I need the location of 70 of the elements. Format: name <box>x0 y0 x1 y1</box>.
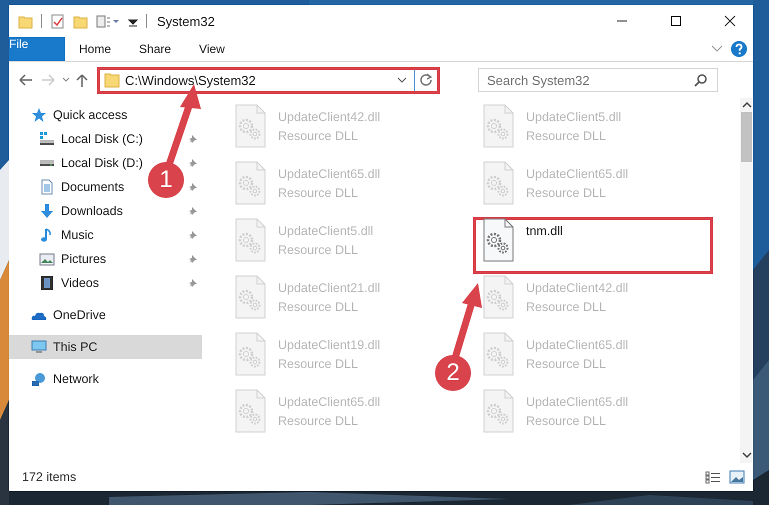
film-icon[interactable] <box>39 275 55 291</box>
file-type: Resource DLL <box>526 186 607 200</box>
file-type: Resource DLL <box>526 414 607 428</box>
dropdown-icon[interactable] <box>397 76 407 84</box>
pin-icon[interactable] <box>188 230 198 240</box>
scrollbar[interactable] <box>740 98 753 463</box>
address-bar[interactable]: C:\Windows\System32 <box>97 66 440 94</box>
nav-item[interactable]: This PC <box>53 340 98 354</box>
file-type: Resource DLL <box>278 300 359 314</box>
drive-icon[interactable] <box>39 160 55 166</box>
nav-item[interactable]: Quick access <box>53 108 128 122</box>
file-type: Resource DLL <box>526 357 607 371</box>
search-icon[interactable] <box>694 73 708 87</box>
file-tab[interactable]: File <box>9 37 65 61</box>
network-icon[interactable] <box>31 371 47 387</box>
file-type: Resource DLL <box>278 186 359 200</box>
new-folder-icon[interactable] <box>73 14 88 28</box>
back-icon[interactable] <box>17 72 35 88</box>
nav-item[interactable]: Network <box>53 372 99 386</box>
drive-icon[interactable] <box>39 132 55 146</box>
monitor-icon[interactable] <box>31 339 47 355</box>
file-type: Resource DLL <box>526 300 607 314</box>
nav-item[interactable]: Documents <box>61 180 124 194</box>
file-type: Resource DLL <box>526 129 607 143</box>
file-gears-icon[interactable] <box>482 218 514 262</box>
download-arrow-icon[interactable] <box>39 203 55 219</box>
folder-icon <box>104 72 120 88</box>
file-type: Resource DLL <box>278 243 359 257</box>
nav-item[interactable]: Local Disk (C:) <box>61 132 143 146</box>
expand-ribbon-icon[interactable] <box>711 45 723 53</box>
window-title: System32 <box>157 14 216 28</box>
document-icon[interactable] <box>39 179 55 195</box>
search-field[interactable]: Search System32 <box>478 68 718 92</box>
properties-icon[interactable] <box>50 14 65 28</box>
up-icon[interactable] <box>75 72 89 88</box>
nav-item[interactable]: OneDrive <box>53 308 106 322</box>
file-type: Resource DLL <box>278 357 359 371</box>
scroll-thumb[interactable] <box>741 112 752 162</box>
large-icons-view-icon[interactable] <box>729 470 745 484</box>
address-path: C:\Windows\System32 <box>125 72 257 88</box>
pin-icon[interactable] <box>188 182 198 192</box>
nav-item[interactable]: Local Disk (D:) <box>61 156 143 170</box>
refresh-icon[interactable] <box>419 73 433 87</box>
nav-item[interactable]: Pictures <box>61 252 106 266</box>
pin-icon[interactable] <box>188 254 198 264</box>
selected-nav-row[interactable]: This PC <box>9 335 202 359</box>
file-type: Resource DLL <box>278 129 359 143</box>
nav-item[interactable]: Music <box>61 228 94 242</box>
details-view-icon[interactable] <box>705 470 721 484</box>
help-icon[interactable] <box>731 41 747 57</box>
nav-item[interactable]: Videos <box>61 276 99 290</box>
scroll-down-icon[interactable] <box>742 450 752 460</box>
picture-icon[interactable] <box>39 251 55 267</box>
file-name[interactable]: tnm.dll <box>526 224 563 238</box>
close-icon[interactable] <box>724 15 736 27</box>
folder-icon[interactable] <box>18 14 33 28</box>
ribbon-tab[interactable]: Home <box>65 37 126 61</box>
ribbon-tab[interactable]: View <box>185 37 239 61</box>
star-icon[interactable] <box>31 107 47 123</box>
maximize-icon[interactable] <box>670 15 682 27</box>
item-count: 172 items <box>22 470 76 484</box>
file-type: Resource DLL <box>278 414 359 428</box>
scroll-up-icon[interactable] <box>742 100 752 110</box>
pin-icon[interactable] <box>188 134 198 144</box>
view-options-icon[interactable] <box>96 14 120 28</box>
pin-icon[interactable] <box>188 158 198 168</box>
pin-icon[interactable] <box>188 206 198 216</box>
nav-item[interactable]: Downloads <box>61 204 123 218</box>
ribbon-tab[interactable]: Share <box>125 37 186 61</box>
pin-icon[interactable] <box>188 278 198 288</box>
